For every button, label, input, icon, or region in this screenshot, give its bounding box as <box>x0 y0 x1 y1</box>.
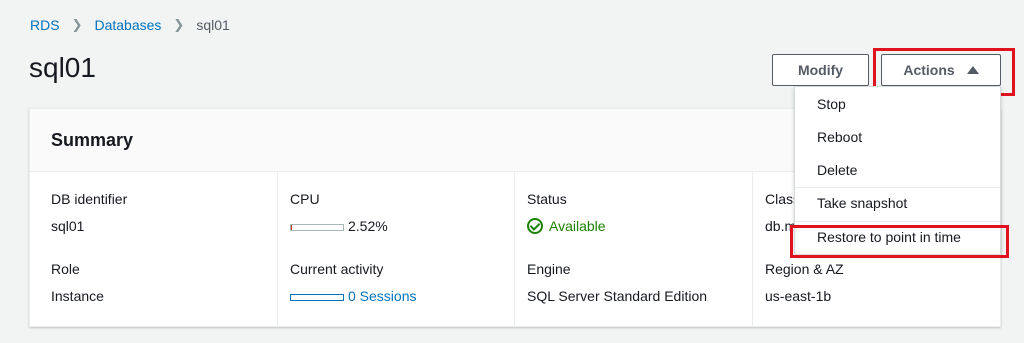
db-identifier-label: DB identifier <box>51 191 128 207</box>
menu-item-delete[interactable]: Delete <box>795 154 1000 187</box>
page-title: sql01 <box>29 52 96 83</box>
breadcrumb-rds-link[interactable]: RDS <box>30 17 60 33</box>
sessions-link[interactable]: 0 Sessions <box>348 288 416 304</box>
cpu-meter <box>290 223 344 231</box>
cpu-value: 2.52% <box>348 218 388 234</box>
breadcrumb: RDS ❯ Databases ❯ sql01 <box>30 17 230 33</box>
menu-item-restore-to-point-in-time[interactable]: Restore to point in time <box>795 221 1000 254</box>
menu-item-take-snapshot[interactable]: Take snapshot <box>795 187 1000 220</box>
breadcrumb-current: sql01 <box>196 17 230 33</box>
cpu-value-row: 2.52% <box>290 216 514 236</box>
status-label: Status <box>527 191 567 207</box>
actions-button[interactable]: Actions <box>881 54 1001 86</box>
caret-up-icon <box>966 66 979 74</box>
sessions-meter <box>290 293 344 301</box>
menu-item-reboot[interactable]: Reboot <box>795 121 1000 154</box>
region-label: Region & AZ <box>765 261 844 277</box>
db-identifier-value: sql01 <box>51 218 85 234</box>
current-activity-label: Current activity <box>290 261 384 277</box>
role-label: Role <box>51 261 80 277</box>
modify-button-label: Modify <box>797 62 844 78</box>
status-value: Available <box>549 218 606 234</box>
summary-col-3: Status Available Engine SQL Server Stand… <box>514 172 752 327</box>
status-value-row: Available <box>527 216 752 236</box>
actions-dropdown-menu: Stop Reboot Delete Take snapshot Restore… <box>794 86 1001 255</box>
cpu-label: CPU <box>290 191 320 207</box>
summary-col-2: CPU 2.52% Current activity 0 Sessions <box>277 172 514 327</box>
breadcrumb-databases-link[interactable]: Databases <box>94 17 161 33</box>
current-activity-row: 0 Sessions <box>290 286 514 306</box>
summary-title: Summary <box>51 129 134 150</box>
summary-col-1: DB identifier sql01 Role Instance <box>51 172 277 327</box>
engine-label: Engine <box>527 261 571 277</box>
cpu-meter-fill <box>291 224 293 230</box>
engine-value: SQL Server Standard Edition <box>527 288 708 304</box>
chevron-right-icon: ❯ <box>71 17 83 32</box>
check-circle-icon <box>527 218 543 234</box>
role-value: Instance <box>51 288 104 304</box>
chevron-right-icon: ❯ <box>173 17 185 32</box>
modify-button[interactable]: Modify <box>772 54 869 86</box>
actions-button-label: Actions <box>903 62 955 78</box>
menu-item-stop[interactable]: Stop <box>795 88 1000 121</box>
region-value: us-east-1b <box>765 288 832 304</box>
